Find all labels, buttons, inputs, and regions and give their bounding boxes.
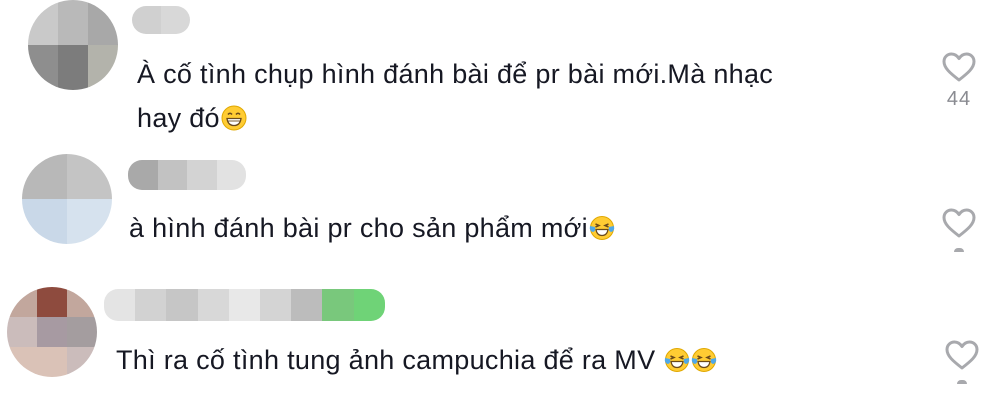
avatar-pixel: [67, 317, 97, 347]
avatar-pixel: [37, 317, 67, 347]
username-pixel: [132, 6, 161, 34]
username-pixel: [322, 289, 354, 321]
avatar-pixel: [22, 199, 67, 244]
username-pixel: [216, 160, 246, 190]
comment-line: À cố tình chụp hình đánh bài để pr bài m…: [137, 59, 774, 89]
avatar[interactable]: [28, 0, 118, 90]
username-pixel: [135, 289, 167, 321]
username-pixel: [161, 6, 190, 34]
avatar-pixel: [67, 199, 112, 244]
comment-line: hay đó: [137, 96, 773, 140]
avatar-pixel: [28, 0, 58, 45]
avatar-pixel: [28, 45, 58, 90]
comment-item: À cố tình chụp hình đánh bài để pr bài m…: [0, 0, 1000, 145]
tears-of-joy-emoji-icon: [692, 348, 717, 372]
tears-of-joy-emoji-icon: [589, 216, 615, 240]
comment-line: à hình đánh bài pr cho sản phẩm mới: [129, 206, 615, 250]
comment-text: Thì ra cố tình tung ảnh campuchia để ra …: [116, 338, 717, 382]
avatar[interactable]: [22, 154, 112, 244]
username-pixel: [104, 289, 136, 321]
comment-line-text: à hình đánh bài pr cho sản phẩm mới: [129, 213, 588, 243]
avatar-pixel: [37, 347, 67, 377]
comment-text: À cố tình chụp hình đánh bài để pr bài m…: [137, 52, 773, 140]
avatar-pixel: [37, 287, 67, 317]
username-pixel: [228, 289, 260, 321]
avatar[interactable]: [7, 287, 97, 377]
tears-of-joy-emoji-icon: [665, 348, 690, 372]
username-pixel: [291, 289, 323, 321]
comment-line-text: hay đó: [137, 103, 220, 133]
avatar-pixel: [67, 347, 97, 377]
avatar-pixel: [88, 45, 118, 90]
username-blurred[interactable]: [104, 289, 385, 321]
username-pixel: [353, 289, 385, 321]
avatar-pixel: [22, 154, 67, 199]
avatar-pixel: [88, 0, 118, 45]
like-count: 44: [946, 88, 972, 110]
username-pixel: [128, 160, 158, 190]
like-button[interactable]: 44: [929, 52, 989, 111]
heart-outline-icon: [942, 208, 976, 238]
grinning-face-emoji-icon: [221, 105, 247, 131]
username-pixel: [157, 160, 187, 190]
comment-item: à hình đánh bài pr cho sản phẩm mới: [0, 150, 1000, 270]
username-blurred[interactable]: [132, 6, 190, 34]
comment-line: Thì ra cố tình tung ảnh campuchia để ra …: [116, 338, 717, 382]
avatar-pixel: [7, 287, 37, 317]
avatar-pixel: [67, 287, 97, 317]
avatar-pixel: [67, 154, 112, 199]
comment-line-text: Thì ra cố tình tung ảnh campuchia để ra …: [116, 345, 656, 375]
like-count-cropped: [954, 248, 964, 252]
like-button[interactable]: [929, 208, 989, 252]
comment-item: Thì ra cố tình tung ảnh campuchia để ra …: [0, 283, 1000, 400]
username-pixel: [166, 289, 198, 321]
like-count-cropped: [957, 380, 967, 384]
comment-list: À cố tình chụp hình đánh bài để pr bài m…: [0, 0, 1000, 400]
username-pixel: [197, 289, 229, 321]
comment-text: à hình đánh bài pr cho sản phẩm mới: [129, 206, 615, 250]
username-pixel: [187, 160, 217, 190]
like-button[interactable]: [932, 340, 992, 384]
avatar-pixel: [7, 347, 37, 377]
avatar-pixel: [58, 0, 88, 45]
heart-outline-icon: [945, 340, 979, 370]
avatar-pixel: [7, 317, 37, 347]
avatar-pixel: [58, 45, 88, 90]
username-pixel: [259, 289, 292, 321]
heart-outline-icon: [942, 52, 976, 82]
username-blurred[interactable]: [128, 160, 246, 190]
